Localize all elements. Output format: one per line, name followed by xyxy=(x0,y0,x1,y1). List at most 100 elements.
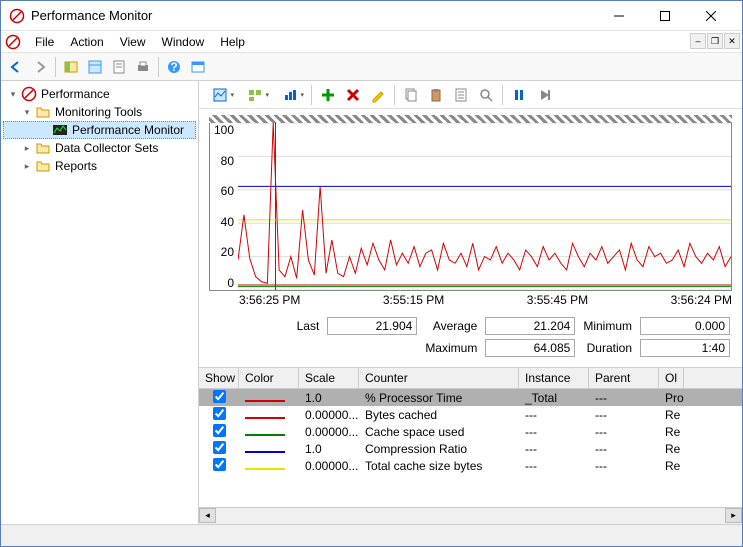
tree-label: Performance xyxy=(41,87,110,101)
menubar: File Action View Window Help – ❐ ✕ xyxy=(1,31,742,53)
instance-cell: --- xyxy=(519,424,589,440)
chart-wrap: 100 80 60 40 20 0 3:56:25 PM 3:55:15 PM … xyxy=(199,109,742,309)
tree-label: Performance Monitor xyxy=(72,123,184,137)
avg-value: 21.204 xyxy=(485,317,575,335)
object-cell: Re xyxy=(659,458,684,474)
menu-help[interactable]: Help xyxy=(212,32,253,52)
tree-performance-monitor[interactable]: Performance Monitor xyxy=(3,121,196,139)
counter-cell: Bytes cached xyxy=(359,407,519,423)
mdi-minimize-button[interactable]: – xyxy=(690,33,706,49)
collapse-icon[interactable]: ▾ xyxy=(21,106,33,118)
hdr-object[interactable]: Ol xyxy=(659,368,684,388)
expand-icon[interactable]: ▸ xyxy=(21,142,33,154)
instance-cell: --- xyxy=(519,458,589,474)
expand-icon[interactable]: ▸ xyxy=(21,160,33,172)
last-label: Last xyxy=(297,319,320,333)
export-button[interactable] xyxy=(108,56,130,78)
svg-text:?: ? xyxy=(170,60,177,74)
show-checkbox[interactable] xyxy=(213,458,226,471)
show-hide-tree-button[interactable] xyxy=(60,56,82,78)
dur-value: 1:40 xyxy=(640,339,730,357)
horizontal-scrollbar[interactable]: ◂ ▸ xyxy=(199,507,742,524)
freeze-button[interactable] xyxy=(507,83,531,107)
hdr-color[interactable]: Color xyxy=(239,368,299,388)
properties-button[interactable] xyxy=(84,56,106,78)
mdi-close-button[interactable]: ✕ xyxy=(724,33,740,49)
avg-label: Average xyxy=(425,319,477,333)
hdr-scale[interactable]: Scale xyxy=(299,368,359,388)
table-row[interactable]: 0.00000...Bytes cached------Re xyxy=(199,406,742,423)
hdr-counter[interactable]: Counter xyxy=(359,368,519,388)
minimize-button[interactable] xyxy=(596,1,642,31)
scale-cell: 0.00000... xyxy=(299,407,359,423)
folder-icon xyxy=(35,104,51,120)
show-checkbox[interactable] xyxy=(213,407,226,420)
scale-cell: 1.0 xyxy=(299,441,359,457)
parent-cell: --- xyxy=(589,458,659,474)
maximize-button[interactable] xyxy=(642,1,688,31)
folder-icon xyxy=(35,140,51,156)
table-header: Show Color Scale Counter Instance Parent… xyxy=(199,368,742,389)
menu-view[interactable]: View xyxy=(112,32,154,52)
properties-button[interactable] xyxy=(449,83,473,107)
show-checkbox[interactable] xyxy=(213,441,226,454)
tree-root-performance[interactable]: ▾ Performance xyxy=(3,85,196,103)
table-row[interactable]: 0.00000...Total cache size bytes------Re xyxy=(199,457,742,474)
back-button[interactable] xyxy=(5,56,27,78)
hdr-instance[interactable]: Instance xyxy=(519,368,589,388)
parent-cell: --- xyxy=(589,424,659,440)
stats-row: Last 21.904 Average 21.204 Minimum 0.000… xyxy=(199,309,742,367)
tree-panel[interactable]: ▾ Performance ▾ Monitoring Tools Perform… xyxy=(1,81,199,524)
tree-monitoring-tools[interactable]: ▾ Monitoring Tools xyxy=(3,103,196,121)
instance-cell: --- xyxy=(519,407,589,423)
view-type-button[interactable] xyxy=(238,83,272,107)
hdr-show[interactable]: Show xyxy=(199,368,239,388)
tree-data-collector-sets[interactable]: ▸ Data Collector Sets xyxy=(3,139,196,157)
view-log-button[interactable] xyxy=(203,83,237,107)
performance-chart[interactable]: 100 80 60 40 20 0 xyxy=(209,123,732,291)
main-area: ▾ Performance ▾ Monitoring Tools Perform… xyxy=(1,81,742,524)
highlight-button[interactable] xyxy=(366,83,390,107)
object-cell: Re xyxy=(659,407,684,423)
close-button[interactable] xyxy=(688,1,734,31)
menu-window[interactable]: Window xyxy=(154,32,213,52)
window-title: Performance Monitor xyxy=(31,8,596,23)
delete-button[interactable] xyxy=(341,83,365,107)
show-checkbox[interactable] xyxy=(213,424,226,437)
graph-type-button[interactable] xyxy=(273,83,307,107)
add-button[interactable] xyxy=(316,83,340,107)
app-menu-icon xyxy=(5,34,21,50)
hdr-parent[interactable]: Parent xyxy=(589,368,659,388)
paste-button[interactable] xyxy=(424,83,448,107)
update-button[interactable] xyxy=(532,83,556,107)
table-row[interactable]: 1.0Compression Ratio------Re xyxy=(199,440,742,457)
min-label: Minimum xyxy=(583,319,632,333)
mdi-restore-button[interactable]: ❐ xyxy=(707,33,723,49)
forward-button[interactable] xyxy=(29,56,51,78)
parent-cell: --- xyxy=(589,407,659,423)
table-row[interactable]: 0.00000...Cache space used------Re xyxy=(199,423,742,440)
parent-cell: --- xyxy=(589,441,659,457)
folder-icon xyxy=(35,158,51,174)
scroll-left-button[interactable]: ◂ xyxy=(199,508,216,523)
zoom-button[interactable] xyxy=(474,83,498,107)
table-row[interactable]: 1.0% Processor Time_Total---Pro xyxy=(199,389,742,406)
tree-reports[interactable]: ▸ Reports xyxy=(3,157,196,175)
min-value: 0.000 xyxy=(640,317,730,335)
x-axis: 3:56:25 PM 3:55:15 PM 3:55:45 PM 3:56:24… xyxy=(209,291,732,307)
last-value: 21.904 xyxy=(327,317,417,335)
menu-file[interactable]: File xyxy=(27,32,62,52)
main-toolbar: ? xyxy=(1,53,742,81)
menu-action[interactable]: Action xyxy=(62,32,111,52)
new-window-button[interactable] xyxy=(187,56,209,78)
print-button[interactable] xyxy=(132,56,154,78)
plot-area xyxy=(238,123,731,290)
scroll-right-button[interactable]: ▸ xyxy=(725,508,742,523)
show-checkbox[interactable] xyxy=(213,390,226,403)
table-body: 1.0% Processor Time_Total---Pro0.00000..… xyxy=(199,389,742,507)
copy-button[interactable] xyxy=(399,83,423,107)
collapse-icon[interactable]: ▾ xyxy=(7,88,19,100)
object-cell: Re xyxy=(659,441,684,457)
help-button[interactable]: ? xyxy=(163,56,185,78)
instance-cell: _Total xyxy=(519,390,589,406)
